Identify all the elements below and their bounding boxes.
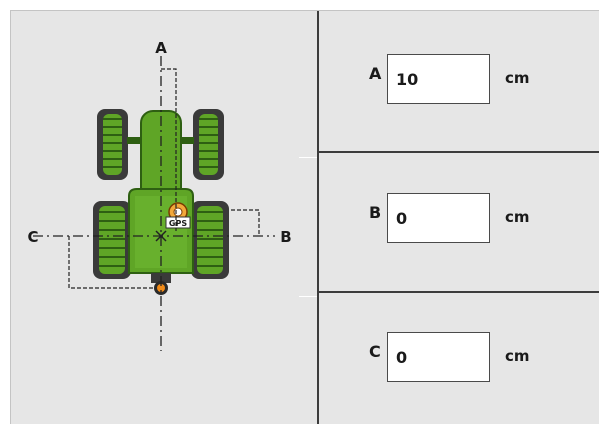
offset-b-input[interactable]: 0: [387, 193, 490, 243]
offset-a-input[interactable]: 10: [387, 54, 490, 104]
offset-a-row: A 10 cm: [319, 54, 599, 104]
front-right-wheel: [193, 109, 224, 180]
settings-screen: GPS A B C A 10 cm B 0 cm C 0 cm: [10, 10, 599, 424]
rear-left-wheel: [93, 201, 131, 279]
gps-badge-text: GPS: [169, 219, 187, 228]
divider-fragment-1: [299, 157, 317, 158]
offset-b-line: [231, 209, 260, 236]
panel-divider-2: [319, 291, 599, 293]
offset-c-row: C 0 cm: [319, 332, 599, 382]
dimension-label-b: B: [280, 228, 291, 246]
offset-b-label: B: [369, 203, 382, 222]
panel-divider-1: [319, 151, 599, 153]
dimension-label-a: A: [155, 39, 167, 57]
offset-b-unit: cm: [505, 208, 530, 226]
offset-b-row: B 0 cm: [319, 193, 599, 243]
offset-a-unit: cm: [505, 69, 530, 87]
tractor-offset-diagram: GPS A B C: [27, 39, 292, 351]
offset-c-input[interactable]: 0: [387, 332, 490, 382]
rear-right-wheel: [191, 201, 229, 279]
offset-c-unit: cm: [505, 347, 530, 365]
offset-a-label: A: [369, 64, 382, 83]
divider-fragment-2: [299, 296, 317, 297]
offset-c-label: C: [369, 342, 381, 361]
front-left-wheel: [97, 109, 128, 180]
dimension-label-c: C: [27, 228, 38, 246]
